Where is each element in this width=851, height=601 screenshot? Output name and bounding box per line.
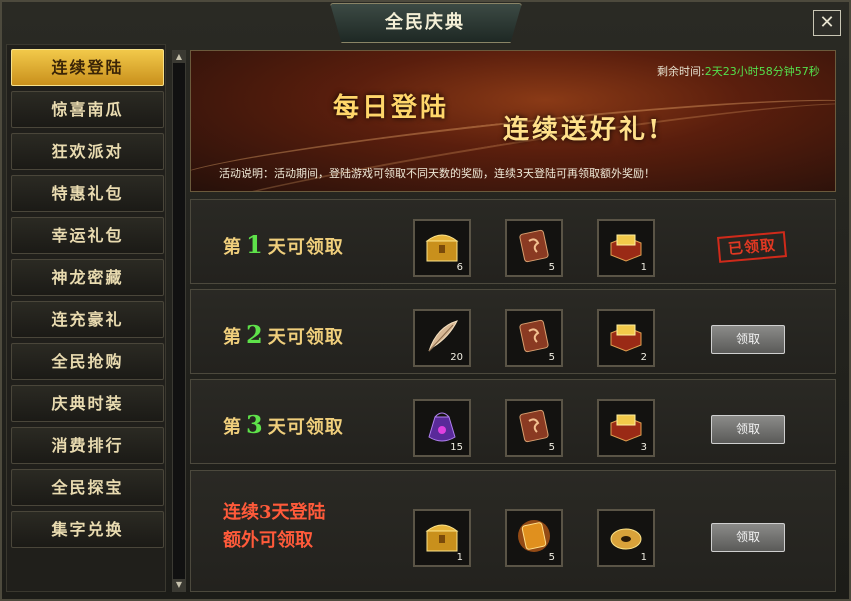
gold-box-icon[interactable]: 1: [597, 219, 655, 277]
sidebar-item-tehui-libao[interactable]: 特惠礼包: [11, 175, 164, 212]
sidebar-item-jizi-duihuan[interactable]: 集字兑换: [11, 511, 164, 548]
sidebar-item-lianchong-haoli[interactable]: 连充豪礼: [11, 301, 164, 338]
sidebar-item-lianxu-denglu[interactable]: 连续登陆: [11, 49, 164, 86]
timer-value: 2天23小时58分钟57秒: [704, 65, 820, 78]
sidebar-item-xiaofei-paihang[interactable]: 消费排行: [11, 427, 164, 464]
claim-button[interactable]: 领取: [711, 523, 785, 552]
gold-coin-icon[interactable]: 1: [597, 509, 655, 567]
purple-bag-icon[interactable]: 15: [413, 399, 471, 457]
golden-chest-icon[interactable]: 6: [413, 219, 471, 277]
glowing-rune-icon[interactable]: 5: [505, 509, 563, 567]
gold-box-icon[interactable]: 3: [597, 399, 655, 457]
scroll-down-icon[interactable]: ▼: [173, 579, 185, 591]
sidebar-item-quanmin-tanbao[interactable]: 全民探宝: [11, 469, 164, 506]
reward-row-bonus: 连续3天登陆 额外可领取 1 5 1 领取: [190, 470, 836, 592]
timer-label: 剩余时间:: [657, 65, 705, 78]
reward-row-day3: 第 3 天可领取 15 5 3 领取: [190, 379, 836, 464]
row-label: 第 2 天可领取: [223, 320, 344, 349]
bonus-label: 连续3天登陆 额外可领取: [223, 502, 326, 551]
rune-scroll-icon[interactable]: 5: [505, 219, 563, 277]
row-label: 第 3 天可领取: [223, 410, 344, 439]
sidebar-item-jingxi-nangua[interactable]: 惊喜南瓜: [11, 91, 164, 128]
sidebar: 连续登陆 惊喜南瓜 狂欢派对 特惠礼包 幸运礼包 神龙密藏 连充豪礼 全民抢购 …: [6, 44, 166, 592]
claim-button[interactable]: 领取: [711, 415, 785, 444]
sidebar-item-kuanghuan-paidui[interactable]: 狂欢派对: [11, 133, 164, 170]
reward-row-day1: 第 1 天可领取 6 5 1 已领取: [190, 199, 836, 284]
gold-box-icon[interactable]: 2: [597, 309, 655, 367]
claimed-stamp: 已领取: [716, 231, 788, 263]
event-banner: 剩余时间:2天23小时58分钟57秒 每日登陆 连续送好礼! 活动说明：活动期间…: [190, 50, 836, 192]
rune-scroll-icon[interactable]: 5: [505, 309, 563, 367]
feather-icon[interactable]: 20: [413, 309, 471, 367]
sidebar-item-shenlong-micang[interactable]: 神龙密藏: [11, 259, 164, 296]
banner-title-line2: 连续送好礼!: [503, 115, 663, 145]
window-title: 全民庆典: [385, 12, 465, 33]
claim-button[interactable]: 领取: [711, 325, 785, 354]
rune-scroll-icon[interactable]: 5: [505, 399, 563, 457]
sidebar-item-xingyun-libao[interactable]: 幸运礼包: [11, 217, 164, 254]
event-description: 活动说明：活动期间，登陆游戏可领取不同天数的奖励，连续3天登陆可再领取额外奖励！: [219, 167, 655, 180]
sidebar-item-qingdian-shizhuang[interactable]: 庆典时装: [11, 385, 164, 422]
close-button[interactable]: ✕: [813, 10, 841, 36]
scroll-up-icon[interactable]: ▲: [173, 51, 185, 63]
golden-chest-icon[interactable]: 1: [413, 509, 471, 567]
sidebar-item-quanmin-qianggou[interactable]: 全民抢购: [11, 343, 164, 380]
countdown: 剩余时间:2天23小时58分钟57秒: [657, 63, 820, 79]
reward-row-day2: 第 2 天可领取 20 5 2 领取: [190, 289, 836, 374]
scrollbar[interactable]: ▲ ▼: [172, 50, 186, 592]
banner-title-line1: 每日登陆: [333, 93, 450, 123]
row-label: 第 1 天可领取: [223, 230, 344, 259]
